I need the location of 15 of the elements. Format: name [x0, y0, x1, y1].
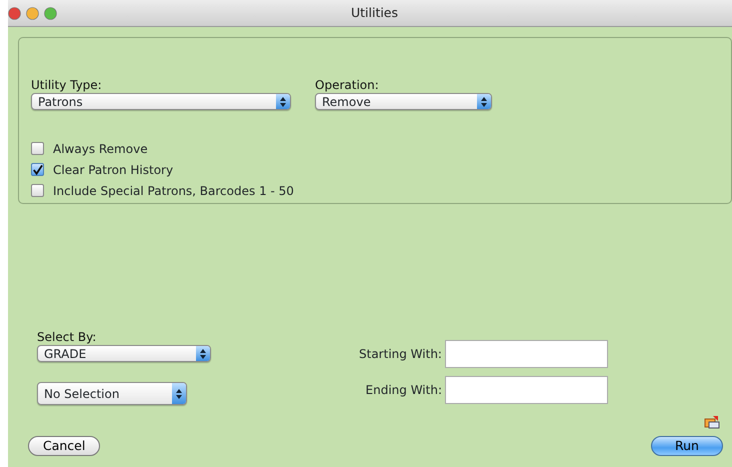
run-button[interactable]: Run: [651, 436, 723, 456]
window-title: Utilities: [350, 4, 400, 22]
field-label: Select By:: [37, 330, 98, 344]
field-label: Starting With:: [359, 346, 442, 363]
operation-dropdown[interactable]: Remove: [315, 93, 492, 110]
checkbox-label[interactable]: Clear Patron History: [53, 160, 174, 178]
select-by-dropdown[interactable]: GRADE: [37, 345, 211, 362]
cancel-button[interactable]: Cancel: [28, 436, 100, 456]
field-label: Operation:: [315, 78, 380, 92]
field-label: Utility Type:: [31, 78, 103, 92]
selection-dropdown[interactable]: No Selection: [37, 382, 187, 405]
utility-type-dropdown[interactable]: Patrons: [31, 93, 291, 110]
checkbox-label[interactable]: Always Remove: [53, 140, 148, 158]
checkbox-label[interactable]: Include Special Patrons, Barcodes 1 - 50: [53, 182, 294, 200]
field-label: Ending With:: [366, 382, 442, 399]
